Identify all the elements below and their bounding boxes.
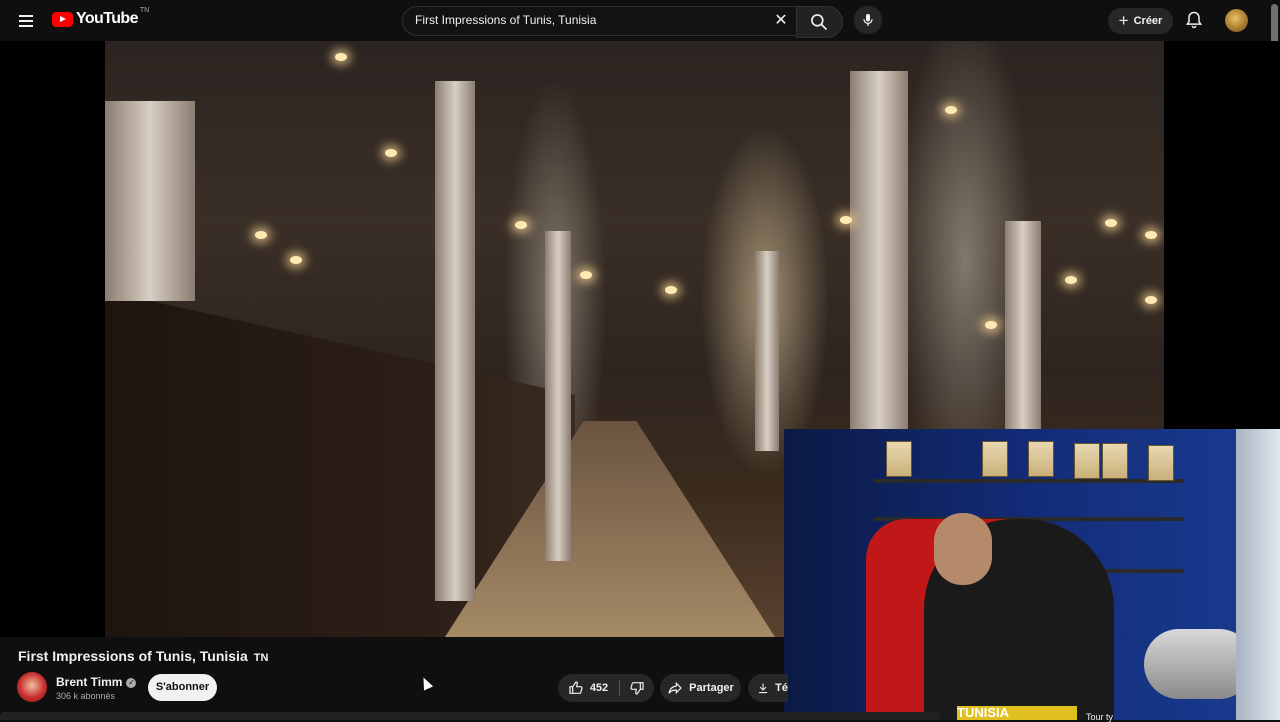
channel-name[interactable]: Brent Timm ✓ [56,675,137,689]
scene-lamp [1145,231,1157,239]
verified-icon: ✓ [126,677,137,688]
scene-poster [982,441,1008,477]
webcam-overlay [784,429,1280,720]
scene-lamp [255,231,267,239]
scene-lamp [1105,219,1117,227]
download-icon [759,683,768,694]
create-label: Créer [1133,15,1163,27]
scene-shelf [874,479,1184,483]
share-label: Partager [689,682,734,694]
recommendation-thumbnail[interactable]: TUNISIA [957,706,1077,720]
scene-poster [1148,445,1174,481]
dislike-button[interactable] [620,674,654,702]
like-count: 452 [589,682,609,694]
scene-lamp [1145,296,1157,304]
mouse-cursor [418,675,434,691]
clear-icon[interactable]: ✕ [771,11,791,31]
scene-lamp [580,271,592,279]
subscribe-button[interactable]: S'abonner [148,674,217,701]
scene-column [755,251,779,451]
voice-search-button[interactable] [854,6,882,34]
video-title-flag: TN [253,652,269,664]
scene-lamp [335,53,347,61]
scene-column [435,81,475,601]
search-icon [811,14,828,31]
scene-lamp [840,216,852,224]
create-button[interactable]: + Créer [1108,8,1173,34]
description-box-edge[interactable] [0,712,940,720]
scene-poster [886,441,912,477]
scene-lamp [385,149,397,157]
recommendation-title[interactable]: Tour ty [1086,712,1113,722]
search-box[interactable]: First Impressions of Tunis, Tunisia ✕ [402,6,798,36]
scene-lamp [665,286,677,294]
subscriber-count: 306 k abonnés [56,691,116,701]
scene-curtain [1236,429,1280,720]
youtube-logo[interactable]: YouTube TN [52,6,150,28]
thumbs-down-icon [630,682,644,695]
scene-poster [1102,443,1128,479]
share-button[interactable]: Partager [660,674,741,702]
search-button[interactable] [796,6,843,38]
scene-lamp [515,221,527,229]
logo-text: YouTube [76,10,138,27]
country-code: TN [139,6,150,14]
scene-lamp [985,321,997,329]
search-input[interactable]: First Impressions of Tunis, Tunisia [415,13,596,27]
scene-poster [1028,441,1054,477]
plus-icon: + [1118,11,1129,30]
scene-person-head [934,513,992,585]
video-title-text: First Impressions of Tunis, Tunisia [18,648,248,664]
youtube-play-icon [52,11,73,27]
account-avatar[interactable] [1225,9,1248,32]
share-icon [668,681,683,695]
like-button[interactable]: 452 [558,674,618,702]
scene-column [545,231,571,561]
like-dislike-group: 452 [558,674,654,702]
channel-avatar[interactable] [17,672,47,702]
menu-icon[interactable] [14,9,38,33]
channel-name-text[interactable]: Brent Timm [56,675,122,689]
scene-poster [1074,443,1100,479]
scene-column [105,101,195,301]
scene-lamp [290,256,302,264]
top-bar: YouTube TN First Impressions of Tunis, T… [0,0,1280,41]
video-title: First Impressions of Tunis, Tunisia TN [18,648,268,664]
download-button[interactable]: Té [748,674,788,702]
scene-lamp [1065,276,1077,284]
bell-icon[interactable] [1184,10,1204,30]
download-label: Té [775,682,788,694]
mic-icon [863,14,873,26]
scene-lamp [945,106,957,114]
thumbs-up-icon [569,681,583,694]
